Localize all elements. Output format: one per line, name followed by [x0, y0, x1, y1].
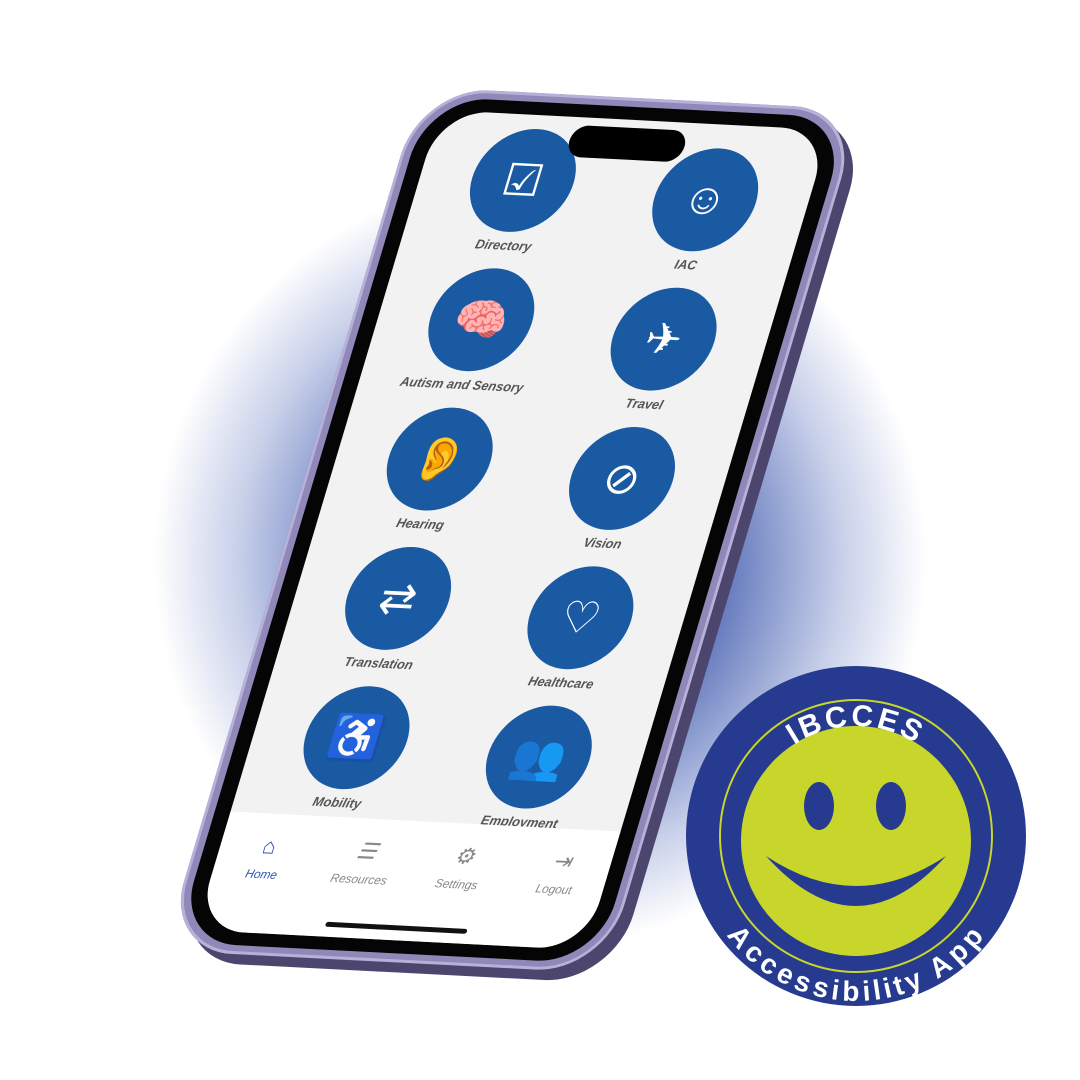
- ear-icon: 👂: [373, 405, 506, 514]
- tile-iac[interactable]: ☺ IAC: [620, 145, 784, 275]
- tile-translation[interactable]: ⇄ Translation: [313, 544, 477, 674]
- translation-cards-icon: ⇄: [332, 544, 465, 653]
- heart-hand-icon: ♡: [514, 563, 647, 672]
- smiley-face-icon: [741, 726, 971, 956]
- people-hands-icon: 👥: [472, 703, 605, 812]
- brain-icon: 🧠: [415, 265, 548, 374]
- wheelchair-ramp-icon: ♿: [290, 683, 423, 792]
- eye-slash-icon: ⊘: [555, 424, 689, 533]
- logout-icon: ⇥: [549, 848, 575, 874]
- smiley-eye-left: [804, 782, 834, 830]
- ibcces-badge: IBCCES Accessibility App: [686, 666, 1026, 1006]
- smiley-eye-right: [876, 782, 906, 830]
- gear-icon: ⚙: [451, 843, 479, 869]
- tile-travel[interactable]: ✈ Travel: [579, 285, 743, 415]
- tile-employment[interactable]: 👥 Employment: [454, 702, 618, 832]
- home-icon: ⌂: [259, 833, 280, 859]
- tile-mobility[interactable]: ♿ Mobility: [272, 683, 436, 813]
- tile-hearing[interactable]: 👂 Hearing: [355, 404, 519, 534]
- tile-healthcare[interactable]: ♡ Healthcare: [496, 563, 660, 693]
- list-icon: ☰: [353, 838, 381, 864]
- smiley-icon: ☺: [639, 145, 772, 254]
- airplane-icon: ✈: [597, 285, 730, 394]
- badge-graphic: IBCCES Accessibility App: [719, 699, 993, 1006]
- tile-autism-sensory[interactable]: 🧠 Autism and Sensory: [396, 265, 560, 395]
- tile-vision[interactable]: ⊘ Vision: [537, 424, 701, 554]
- dynamic-island: [564, 124, 690, 163]
